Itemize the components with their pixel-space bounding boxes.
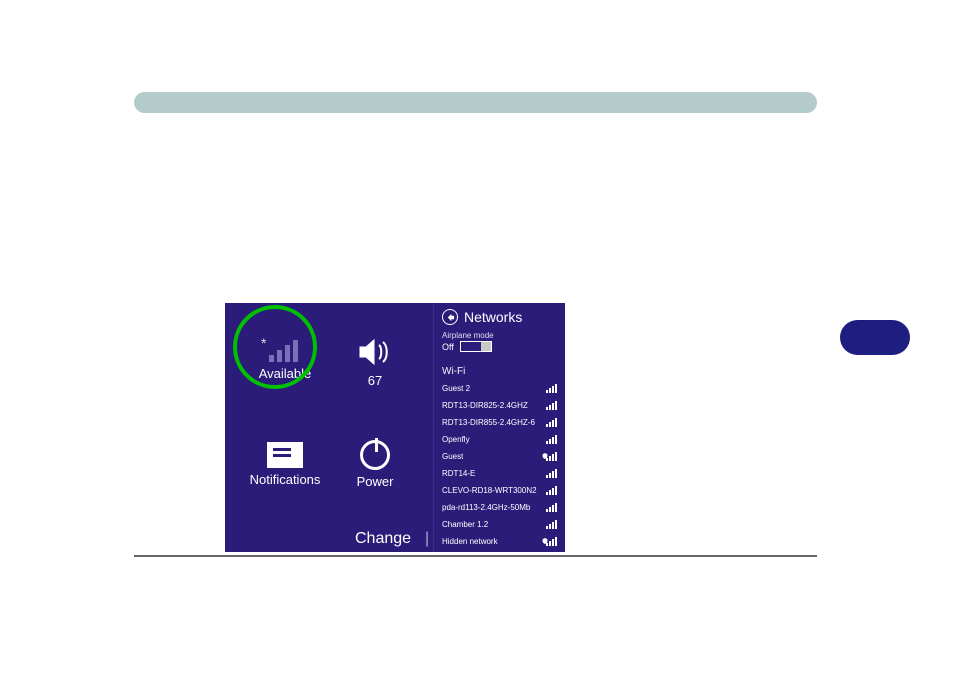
wifi-network-name: CLEVO-RD18-WRT300N2 [442,486,537,495]
wifi-network-name: pda-rd113-2.4GHz-50Mb [442,503,530,512]
tile-volume-label: 67 [335,373,415,388]
tile-notifications[interactable]: Notifications [245,428,325,487]
wifi-network-name: Guest [442,452,463,461]
volume-icon [357,335,393,369]
wifi-network-item[interactable]: RDT13-DIR855-2.4GHZ-6 [442,415,559,429]
wifi-network-name: RDT13-DIR855-2.4GHZ-6 [442,418,535,427]
airplane-mode-toggle[interactable] [460,341,492,352]
wifi-network-item[interactable]: Openfly [442,432,559,446]
wifi-network-item[interactable]: CLEVO-RD18-WRT300N2 [442,483,559,497]
horizontal-rule [134,555,817,557]
tile-power[interactable]: Power [335,428,415,489]
signal-strength-icon [545,519,559,529]
signal-strength-icon [545,383,559,393]
wifi-network-name: Hidden network [442,537,498,546]
wifi-network-item[interactable]: Guest 2 [442,381,559,395]
networks-panel: Networks Airplane mode Off Wi-Fi Guest 2… [433,303,565,552]
wifi-network-item[interactable]: RDT13-DIR825-2.4GHZ [442,398,559,412]
signal-strength-icon [545,468,559,478]
wifi-network-item[interactable]: RDT14-E [442,466,559,480]
signal-strength-icon [545,400,559,410]
signal-strength-icon [545,434,559,444]
tile-notifications-label: Notifications [245,472,325,487]
wifi-network-name: Guest 2 [442,384,470,393]
wifi-network-item[interactable]: Guest [442,449,559,463]
arrow-left-icon [446,313,455,322]
signal-strength-icon [545,451,559,461]
decorative-bar [134,92,817,113]
highlight-circle [233,305,317,389]
signal-strength-icon [545,417,559,427]
page-marker-pill [840,320,910,355]
wifi-network-list: Guest 2 RDT13-DIR825-2.4GHZ RDT13-DIR855-2… [442,381,559,548]
back-button[interactable] [442,309,458,325]
wifi-network-name: RDT14-E [442,469,475,478]
wifi-section-label: Wi-Fi [442,366,559,377]
panel-title: Networks [464,309,522,325]
airplane-mode-state: Off [442,342,454,352]
notification-icon [267,442,303,468]
change-pc-settings-link[interactable]: Change [355,530,411,548]
signal-strength-icon [545,536,559,546]
wifi-network-name: Openfly [442,435,470,444]
tile-power-label: Power [335,474,415,489]
wifi-network-item[interactable]: Hidden network [442,534,559,548]
wifi-network-name: RDT13-DIR825-2.4GHZ [442,401,528,410]
text-cutoff: | [425,530,429,548]
power-icon [360,440,390,470]
panel-header: Networks [442,309,559,325]
signal-strength-icon [545,502,559,512]
airplane-mode-row: Airplane mode Off [442,331,559,352]
airplane-mode-label: Airplane mode [442,331,559,340]
tile-volume[interactable]: 67 [335,325,415,388]
wifi-network-name: Chamber 1.2 [442,520,488,529]
wifi-network-item[interactable]: Chamber 1.2 [442,517,559,531]
signal-strength-icon [545,485,559,495]
wifi-network-item[interactable]: pda-rd113-2.4GHz-50Mb [442,500,559,514]
